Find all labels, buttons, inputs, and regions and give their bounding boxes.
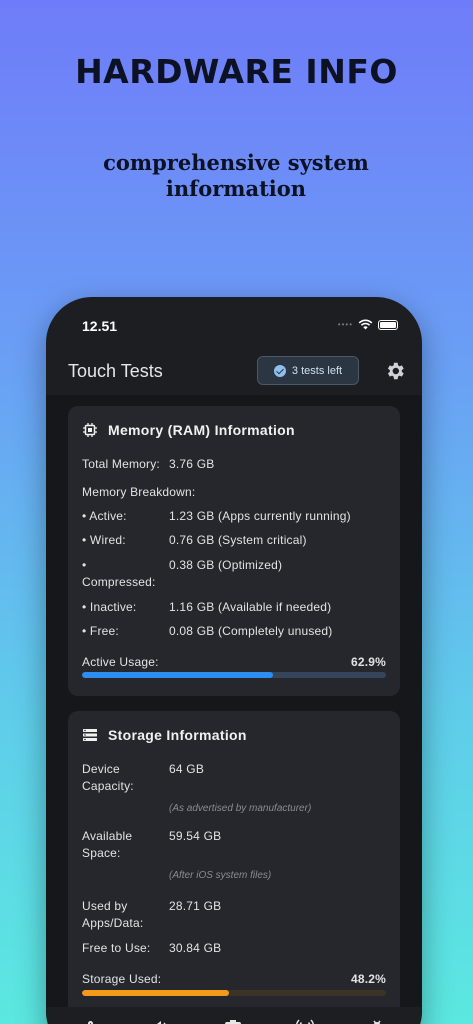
inactive-value: 1.16 GB (Available if needed) (169, 600, 332, 614)
phone-frame: 12.51 •••• Touch Tests 3 tests left Memo… (46, 297, 422, 1024)
storage-card: Storage Information Device Capacity: 64 … (68, 711, 400, 1024)
storage-used-bar-fill (82, 990, 229, 996)
memory-breakdown-label: Memory Breakdown: (82, 485, 196, 499)
storage-used-bar (82, 990, 386, 996)
free-value: 0.08 GB (Completely unused) (169, 624, 333, 638)
available-value: 59.54 GB (169, 829, 222, 843)
navbar: Touch Tests 3 tests left (46, 349, 422, 393)
capacity-label-line1: Device (82, 762, 120, 776)
status-time: 12.51 (82, 318, 118, 334)
active-usage-label: Active Usage: (82, 655, 159, 669)
capacity-label-line2: Capacity: (82, 779, 134, 793)
cpu-chip-icon (83, 423, 97, 437)
free-label: • Free: (82, 624, 119, 638)
tests-left-badge[interactable]: 3 tests left (257, 356, 359, 385)
page-title: Touch Tests (68, 361, 163, 381)
capacity-note: (As advertised by manufacturer) (169, 803, 312, 814)
used-value: 28.71 GB (169, 899, 222, 913)
status-bar: 12.51 •••• (46, 297, 422, 349)
content-area[interactable]: Memory (RAM) Information Total Memory: 3… (46, 395, 422, 1024)
compressed-value: 0.38 GB (Optimized) (169, 558, 283, 572)
wired-value: 0.76 GB (System critical) (169, 533, 307, 547)
tests-left-label: 3 tests left (291, 364, 343, 377)
storage-card-title: Storage Information (108, 727, 247, 743)
speaker-icon[interactable] (152, 1017, 170, 1024)
used-label-line1: Used by (82, 899, 128, 913)
available-label-line1: Available (82, 829, 133, 843)
memory-card-header: Memory (RAM) Information (82, 422, 295, 438)
memory-card-title: Memory (RAM) Information (108, 422, 295, 438)
wired-label: • Wired: (82, 533, 126, 547)
available-label-line2: Space: (82, 846, 121, 860)
active-value: 1.23 GB (Apps currently running) (169, 509, 351, 523)
active-usage-bar-fill (82, 672, 274, 678)
compressed-bullet: • (82, 558, 87, 572)
storage-used-label: Storage Used: (82, 972, 162, 986)
available-note: (After iOS system files) (169, 870, 272, 881)
camera-icon[interactable] (224, 1017, 242, 1024)
hero-subtitle: comprehensive system information (103, 150, 369, 201)
active-usage-value: 62.9% (350, 655, 386, 669)
signal-icon: •••• (337, 320, 353, 329)
wifi-icon (358, 319, 373, 330)
bug-icon[interactable] (368, 1017, 386, 1024)
active-label: • Active: (82, 509, 127, 523)
tab-bar (46, 1007, 422, 1024)
gear-icon[interactable] (384, 360, 406, 382)
status-icons: •••• (338, 319, 398, 330)
free-to-use-value: 30.84 GB (169, 941, 222, 955)
battery-icon (378, 319, 398, 330)
total-memory-label: Total Memory: (82, 457, 160, 471)
active-usage-bar (82, 672, 386, 678)
memory-card: Memory (RAM) Information Total Memory: 3… (68, 406, 400, 696)
broadcast-icon[interactable] (296, 1017, 314, 1024)
capacity-value: 64 GB (169, 762, 205, 776)
total-memory-value: 3.76 GB (169, 457, 215, 471)
list-icon (83, 729, 97, 741)
touch-icon[interactable] (82, 1017, 100, 1024)
storage-card-header: Storage Information (82, 727, 247, 743)
compressed-label: Compressed: (82, 575, 156, 589)
used-label-line2: Apps/Data: (82, 916, 144, 930)
check-icon (273, 364, 286, 377)
storage-used-value: 48.2% (350, 972, 386, 986)
hero-title: HARDWARE INFO (75, 52, 398, 91)
free-to-use-label: Free to Use: (82, 941, 151, 955)
inactive-label: • Inactive: (82, 600, 137, 614)
